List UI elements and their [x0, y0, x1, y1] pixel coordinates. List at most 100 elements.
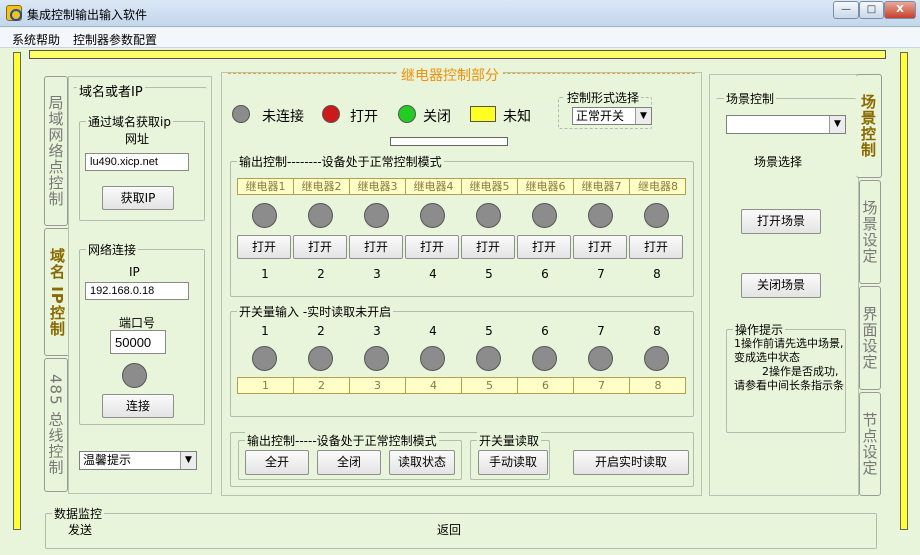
url-input[interactable]: [85, 153, 189, 171]
network-group-label: 网络连接: [86, 241, 139, 258]
input-status-indicator: [588, 346, 613, 371]
relay-open-button[interactable]: 打开: [293, 235, 347, 259]
relay-header-row: 继电器1 继电器2 继电器3 继电器4 继电器5 继电器6 继电器7 继电器8: [237, 178, 686, 195]
hint-combo-value: 温馨提示: [83, 453, 132, 467]
tab-node-settings[interactable]: 节点设定: [859, 392, 881, 496]
legend-open-icon: [322, 105, 340, 123]
all-off-button[interactable]: 全闭: [317, 450, 381, 475]
scene-select[interactable]: ▼: [726, 115, 846, 134]
relay-number-label: 8: [653, 267, 661, 281]
get-ip-button[interactable]: 获取IP: [102, 186, 174, 210]
relay-panel-title: 继电器控制部分: [397, 65, 503, 85]
relay-open-button[interactable]: 打开: [573, 235, 627, 259]
relay-open-button[interactable]: 打开: [461, 235, 515, 259]
hint-combo[interactable]: 温馨提示 ▼: [79, 451, 197, 470]
ip-input[interactable]: [85, 282, 189, 300]
monitor-send-label: 发送: [68, 523, 93, 537]
relay-status-indicator: [252, 203, 277, 228]
bulk-output-group-label: 输出控制-----设备处于正常控制模式: [245, 432, 439, 449]
input-status-indicator: [644, 346, 669, 371]
connection-indicator: [122, 363, 147, 388]
input-status-indicator: [308, 346, 333, 371]
mode-select-value: 正常开关: [576, 109, 625, 123]
all-on-button[interactable]: 全开: [245, 450, 309, 475]
chevron-down-icon[interactable]: ▼: [180, 452, 196, 469]
relay-header-cell: 继电器7: [574, 179, 630, 195]
tab-scene-control[interactable]: 场景控制: [856, 74, 882, 178]
relay-number-label: 7: [597, 267, 605, 281]
progress-indicator-bar: [390, 137, 508, 146]
input-row-cell: 3: [350, 378, 406, 394]
input-number-label: 3: [373, 324, 381, 338]
input-number-label: 5: [485, 324, 493, 338]
relay-number-label: 1: [261, 267, 269, 281]
input-status-indicator: [476, 346, 501, 371]
scene-panel: 场景控制 ▼ 场景选择 打开场景 关闭场景 操作提示 1操作前请先选中场景,变成…: [709, 74, 859, 496]
manual-read-button[interactable]: 手动读取: [478, 450, 548, 475]
maximize-button[interactable]: □: [859, 1, 884, 19]
open-scene-button[interactable]: 打开场景: [741, 209, 821, 234]
relay-header-cell: 继电器1: [238, 179, 294, 195]
relay-open-button[interactable]: 打开: [629, 235, 683, 259]
relay-number-label: 4: [429, 267, 437, 281]
input-number-label: 2: [317, 324, 325, 338]
relay-status-indicator: [588, 203, 613, 228]
relay-status-indicator: [308, 203, 333, 228]
minimize-button[interactable]: —: [833, 1, 859, 19]
input-row-cell: 2: [294, 378, 350, 394]
input-row-cell: 7: [574, 378, 630, 394]
relay-open-button[interactable]: 打开: [405, 235, 459, 259]
mode-select[interactable]: 正常开关 ▼: [572, 107, 652, 125]
relay-status-indicator: [532, 203, 557, 228]
input-row-cell: 8: [654, 379, 662, 392]
tips-group-label: 操作提示: [733, 321, 786, 338]
relay-header-cell: 继电器2: [294, 179, 350, 195]
domain-or-ip-title: 域名或者IP: [77, 81, 145, 100]
menu-bar: 系统帮助 控制器参数配置: [0, 28, 920, 48]
port-label: 端口号: [119, 316, 156, 330]
input-status-indicator: [532, 346, 557, 371]
chevron-down-icon[interactable]: ▼: [829, 116, 845, 133]
input-row-cell: 5: [462, 378, 518, 394]
relay-number-label: 6: [541, 267, 549, 281]
menu-controller-config[interactable]: 控制器参数配置: [73, 31, 157, 48]
port-input[interactable]: [110, 330, 166, 354]
app-icon: [6, 5, 22, 21]
close-scene-button[interactable]: 关闭场景: [741, 273, 821, 298]
legend-closed-label: 关闭: [423, 109, 451, 125]
tab-lan-control[interactable]: 局域网络点控制: [44, 76, 68, 226]
relay-open-button[interactable]: 打开: [349, 235, 403, 259]
input-number-label: 6: [541, 324, 549, 338]
tab-domain-ip-control[interactable]: 域名 IP控制: [44, 228, 70, 356]
legend-unknown-label: 未知: [503, 109, 531, 125]
relay-open-button[interactable]: 打开: [237, 235, 291, 259]
close-button[interactable]: X: [884, 1, 916, 19]
window-title: 集成控制输出输入软件: [27, 8, 148, 22]
relay-header-cell: 继电器8: [638, 180, 678, 193]
mode-group-label: 控制形式选择: [565, 89, 642, 106]
legend-open-label: 打开: [350, 109, 378, 125]
legend-closed-icon: [398, 105, 416, 123]
relay-status-indicator: [476, 203, 501, 228]
tab-485-control[interactable]: 485 总线控制: [44, 358, 68, 492]
tab-scene-settings[interactable]: 场景设定: [859, 180, 881, 284]
menu-system-help[interactable]: 系统帮助: [12, 31, 60, 48]
tab-ui-settings[interactable]: 界面设定: [859, 286, 881, 390]
legend-unconnected-label: 未连接: [262, 109, 304, 125]
scene-select-label: 场景选择: [754, 155, 803, 169]
connect-button[interactable]: 连接: [102, 394, 174, 418]
realtime-read-button[interactable]: 开启实时读取: [573, 450, 689, 475]
read-status-button[interactable]: 读取状态: [389, 450, 455, 475]
output-control-group-label: 输出控制--------设备处于正常控制模式: [237, 153, 444, 170]
input-number-label: 7: [597, 324, 605, 338]
relay-status-indicator: [644, 203, 669, 228]
switch-input-row: 1234567 8: [237, 377, 686, 394]
input-number-label: 8: [653, 324, 661, 338]
input-status-indicator: [420, 346, 445, 371]
right-indicator-bar: [900, 52, 908, 530]
scene-control-group-label: 场景控制: [724, 90, 777, 107]
relay-panel: 继电器控制部分 未连接 打开 关闭 未知 控制形式选择 正常开关 ▼ 输出控制-…: [221, 65, 702, 496]
relay-open-button[interactable]: 打开: [517, 235, 571, 259]
legend-unknown-icon: [470, 106, 496, 122]
chevron-down-icon[interactable]: ▼: [635, 108, 651, 124]
